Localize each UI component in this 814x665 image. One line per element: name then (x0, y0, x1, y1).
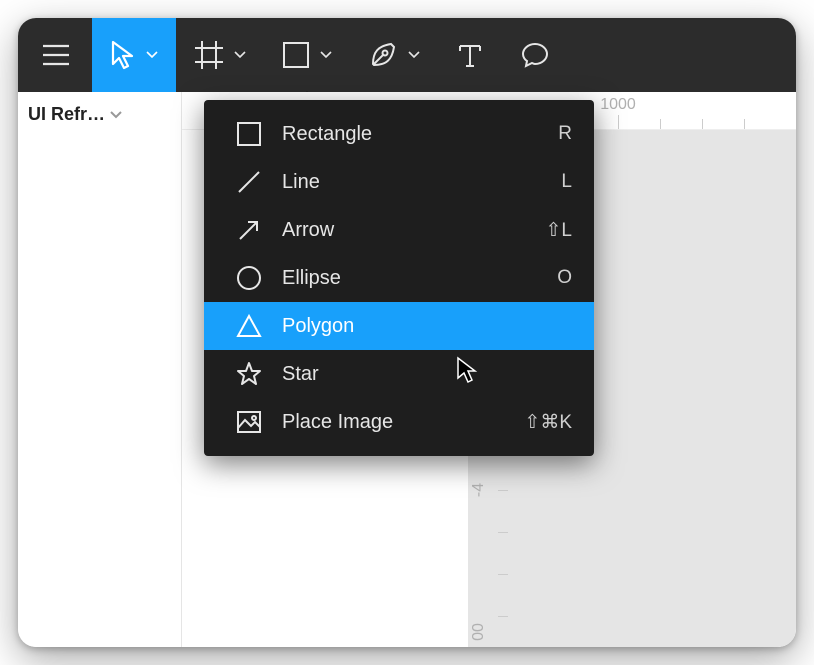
app-window: UI Refr… 1000 -4 00 (18, 18, 796, 647)
polygon-icon (232, 309, 266, 343)
menu-item-label: Ellipse (282, 267, 557, 290)
chevron-down-icon (146, 51, 158, 59)
chevron-down-icon (320, 51, 332, 59)
menu-item-place-image[interactable]: Place Image ⇧⌘K (204, 398, 594, 446)
main-menu-button[interactable] (24, 18, 92, 92)
menu-item-rectangle[interactable]: Rectangle R (204, 110, 594, 158)
ellipse-icon (232, 261, 266, 295)
shape-tool-button[interactable] (264, 18, 350, 92)
arrow-icon (232, 213, 266, 247)
toolbar (18, 18, 796, 92)
line-icon (232, 165, 266, 199)
hamburger-icon (42, 44, 70, 66)
comment-tool-button[interactable] (502, 18, 568, 92)
text-icon (456, 41, 484, 69)
menu-item-label: Line (282, 171, 561, 194)
chevron-down-icon (234, 51, 246, 59)
text-tool-button[interactable] (438, 18, 502, 92)
ruler-label: 00 (470, 623, 488, 641)
menu-item-shortcut: O (557, 267, 572, 289)
menu-item-arrow[interactable]: Arrow ⇧L (204, 206, 594, 254)
file-name: UI Refr… (28, 104, 105, 125)
pen-tool-button[interactable] (350, 18, 438, 92)
menu-item-label: Polygon (282, 315, 572, 338)
menu-item-shortcut: R (558, 123, 572, 145)
pen-icon (368, 40, 398, 70)
menu-item-star[interactable]: Star (204, 350, 594, 398)
frame-tool-button[interactable] (176, 18, 264, 92)
ruler-label: 1000 (600, 96, 636, 114)
file-name-row[interactable]: UI Refr… (28, 104, 171, 125)
menu-item-label: Arrow (282, 219, 546, 242)
image-icon (232, 405, 266, 439)
chevron-down-icon (408, 51, 420, 59)
menu-item-label: Place Image (282, 411, 524, 434)
sidebar: UI Refr… (18, 92, 182, 647)
menu-item-label: Rectangle (282, 123, 558, 146)
comment-icon (520, 40, 550, 70)
menu-item-line[interactable]: Line L (204, 158, 594, 206)
menu-item-shortcut: ⇧L (546, 219, 573, 242)
cursor-icon (110, 40, 136, 70)
menu-item-shortcut: ⇧⌘K (524, 411, 572, 434)
move-tool-button[interactable] (92, 18, 176, 92)
shape-dropdown: Rectangle R Line L Arrow ⇧L Ell (204, 100, 594, 456)
menu-item-shortcut: L (561, 171, 572, 193)
menu-item-label: Star (282, 363, 572, 386)
menu-item-polygon[interactable]: Polygon (204, 302, 594, 350)
menu-item-ellipse[interactable]: Ellipse O (204, 254, 594, 302)
star-icon (232, 357, 266, 391)
frame-icon (194, 40, 224, 70)
rectangle-icon (232, 117, 266, 151)
ruler-label: -4 (470, 483, 488, 497)
chevron-down-icon (109, 110, 123, 120)
rectangle-icon (282, 41, 310, 69)
